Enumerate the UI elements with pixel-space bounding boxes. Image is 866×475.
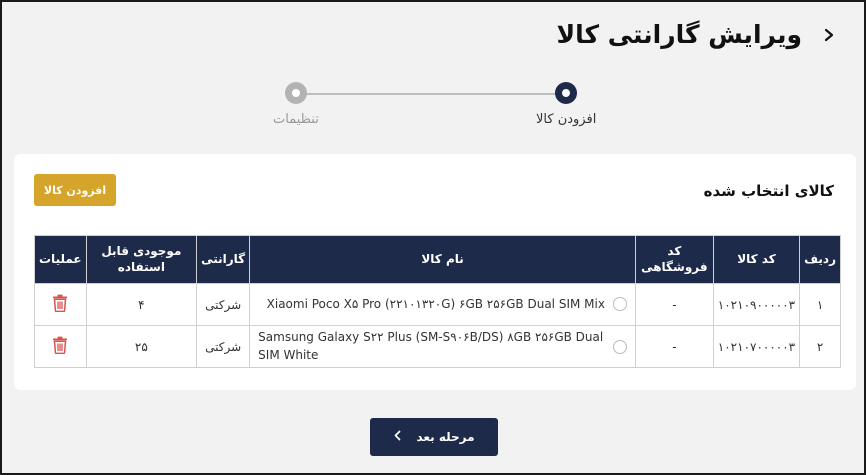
trash-icon[interactable] <box>52 294 68 312</box>
card-title: کالای انتخاب شده <box>703 182 834 200</box>
row-select-radio[interactable] <box>612 297 627 312</box>
products-table: ردیف کد کالا کد فروشگاهی نام کالا گارانت… <box>34 235 841 368</box>
warranty-type: شرکتی <box>196 325 251 368</box>
chevron-left-icon <box>393 430 402 444</box>
store-code: - <box>634 283 714 326</box>
step-label: افزودن کالا <box>536 112 597 127</box>
available-stock: ۴ <box>85 283 198 326</box>
header-store-code: کد فروشگاهی <box>634 235 714 284</box>
header-product-name: نام کالا <box>249 235 636 284</box>
row-number: ۲ <box>799 325 841 368</box>
row-select-radio[interactable] <box>612 339 627 354</box>
header-actions: عملیات <box>34 235 87 284</box>
trash-icon[interactable] <box>52 336 68 354</box>
product-code: ۱۰۲۱۰۹۰۰۰۰۰۳ <box>712 283 801 326</box>
actions-cell <box>34 325 87 368</box>
header-product-code: کد کالا <box>712 235 801 284</box>
product-name-cell: Samsung Galaxy S۲۲ Plus (SM-S۹۰۶B/DS) ۸G… <box>249 325 636 368</box>
actions-cell <box>34 283 87 326</box>
step-dot-active <box>555 82 578 104</box>
header-available-stock: موجودی قابل استفاده <box>85 235 198 284</box>
stepper-line <box>294 93 574 95</box>
table-row: ۱ ۱۰۲۱۰۹۰۰۰۰۰۳ - Xiaomi Poco X۵ Pro (۲۲۱… <box>34 283 841 326</box>
next-step-button[interactable]: مرحله بعد <box>370 418 498 456</box>
header-warranty: گارانتی <box>196 235 251 284</box>
product-name: Samsung Galaxy S۲۲ Plus (SM-S۹۰۶B/DS) ۸G… <box>258 330 604 362</box>
page-header: ویرایش گارانتی کالا <box>557 20 841 49</box>
step-settings[interactable]: تنظیمات <box>273 82 319 127</box>
row-number: ۱ <box>799 283 841 326</box>
table-header-row: ردیف کد کالا کد فروشگاهی نام کالا گارانت… <box>34 235 841 284</box>
selected-products-card: کالای انتخاب شده افزودن کالا ردیف کد کال… <box>14 154 856 390</box>
add-product-button[interactable]: افزودن کالا <box>34 174 116 206</box>
step-add-product[interactable]: افزودن کالا <box>536 82 596 127</box>
back-chevron-icon[interactable] <box>818 24 840 46</box>
warranty-type: شرکتی <box>196 283 251 326</box>
table-row: ۲ ۱۰۲۱۰۷۰۰۰۰۰۳ - Samsung Galaxy S۲۲ Plus… <box>34 325 841 368</box>
step-label: تنظیمات <box>273 112 319 127</box>
available-stock: ۲۵ <box>85 325 198 368</box>
product-code: ۱۰۲۱۰۷۰۰۰۰۰۳ <box>712 325 801 368</box>
stepper: افزودن کالا تنظیمات <box>264 82 624 132</box>
header-row-number: ردیف <box>799 235 841 284</box>
step-dot-inactive <box>284 82 307 104</box>
product-name: Xiaomi Poco X۵ Pro (۲۲۱۰۱۳۲۰G) ۶GB ۲۵۶GB… <box>266 296 605 311</box>
store-code: - <box>634 325 714 368</box>
page-title: ویرایش گارانتی کالا <box>556 20 803 49</box>
product-name-cell: Xiaomi Poco X۵ Pro (۲۲۱۰۱۳۲۰G) ۶GB ۲۵۶GB… <box>249 283 636 326</box>
next-step-label: مرحله بعد <box>416 430 475 444</box>
